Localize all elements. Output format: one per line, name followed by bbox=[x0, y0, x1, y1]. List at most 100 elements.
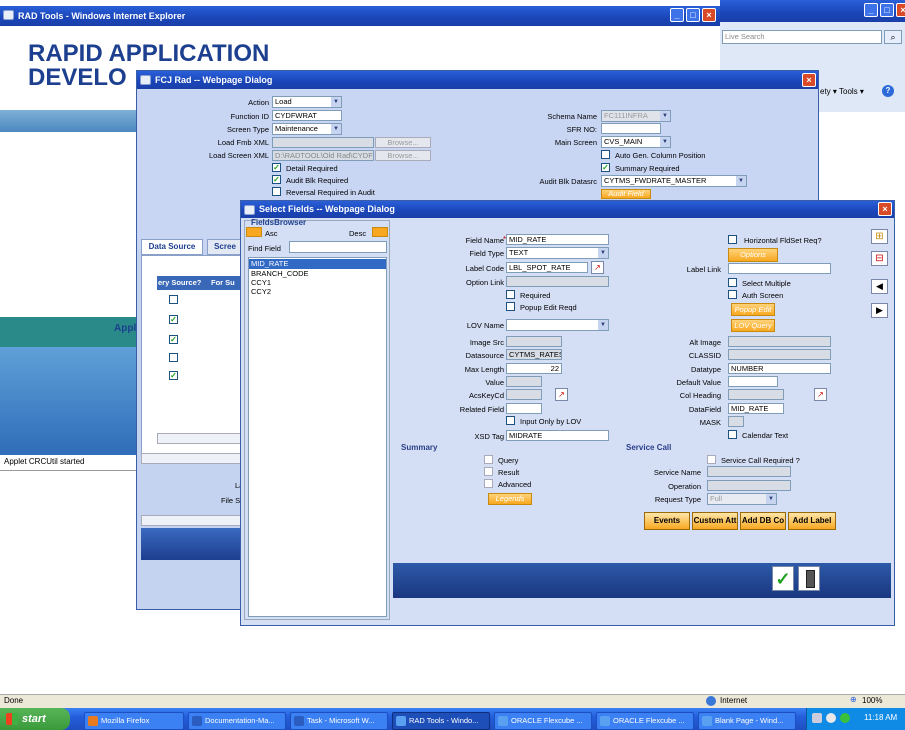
result-checkbox[interactable] bbox=[484, 467, 493, 476]
query-checkbox[interactable] bbox=[484, 455, 493, 464]
outer-maximize-button[interactable]: □ bbox=[880, 3, 894, 17]
desc-button[interactable] bbox=[372, 227, 388, 237]
horizontal-fldset-checkbox[interactable] bbox=[728, 235, 737, 244]
row-checkbox-2[interactable]: ✓ bbox=[169, 315, 178, 324]
select-multiple-checkbox[interactable] bbox=[728, 278, 737, 287]
auto-gen-checkbox[interactable] bbox=[601, 150, 610, 159]
events-button[interactable]: Events bbox=[644, 512, 690, 530]
required-checkbox[interactable] bbox=[506, 290, 515, 299]
label-code-input[interactable]: LBL_SPOT_RATE bbox=[506, 262, 588, 273]
add-field-icon[interactable]: ⊞ bbox=[871, 229, 888, 244]
fields-list[interactable] bbox=[248, 257, 387, 617]
add-label-button[interactable]: Add Label bbox=[788, 512, 836, 530]
alt-image-input[interactable] bbox=[728, 336, 831, 347]
value-input[interactable] bbox=[506, 376, 542, 387]
row-checkbox-1[interactable] bbox=[169, 295, 178, 304]
move-left-icon[interactable]: ◀ bbox=[871, 279, 888, 294]
list-item[interactable]: BRANCH_CODE bbox=[249, 269, 309, 278]
main-screen-select[interactable]: CVS_MAIN ▼ bbox=[601, 136, 671, 148]
list-item[interactable]: MID_RATE bbox=[249, 259, 386, 269]
audit-ds-select[interactable]: CYTMS_FWDRATE_MASTER ▼ bbox=[601, 175, 747, 187]
taskbar-item-oracle-1[interactable]: ORACLE Flexcube ... bbox=[494, 712, 592, 730]
taskbar-item-blank-page[interactable]: Blank Page - Wind... bbox=[698, 712, 796, 730]
taskbar-item-oracle-2[interactable]: ORACLE Flexcube ... bbox=[596, 712, 694, 730]
zoom-level[interactable]: 100% bbox=[862, 696, 882, 705]
ok-button[interactable]: ✓ bbox=[772, 566, 794, 591]
default-value-input[interactable] bbox=[728, 376, 778, 387]
tab-screen[interactable]: Scree bbox=[207, 239, 243, 255]
tray-icon[interactable] bbox=[840, 713, 850, 723]
schema-name-select[interactable]: FC111INFRA ▼ bbox=[601, 110, 671, 122]
auth-screen-checkbox[interactable] bbox=[728, 290, 737, 299]
detail-required-checkbox[interactable]: ✓ bbox=[272, 163, 281, 172]
grid-hscroll[interactable] bbox=[157, 433, 243, 444]
move-right-icon[interactable]: ▶ bbox=[871, 303, 888, 318]
tray-icon[interactable] bbox=[812, 713, 822, 723]
maximize-button[interactable]: □ bbox=[686, 8, 700, 22]
row-checkbox-3[interactable]: ✓ bbox=[169, 335, 178, 344]
mask-input[interactable] bbox=[728, 416, 744, 427]
list-item[interactable]: CCY2 bbox=[249, 287, 271, 296]
request-type-select[interactable]: Full ▼ bbox=[707, 493, 777, 505]
browse-screen-button[interactable]: Browse... bbox=[375, 150, 431, 161]
sf-close-button[interactable]: × bbox=[878, 202, 892, 216]
zoom-icon[interactable]: ⊕ bbox=[850, 695, 857, 704]
fcj-hscroll[interactable] bbox=[141, 453, 243, 464]
service-call-checkbox[interactable] bbox=[707, 455, 716, 464]
datasource-input[interactable]: CYTMS_RATES bbox=[506, 349, 562, 360]
asc-button[interactable] bbox=[246, 227, 262, 237]
browse-fmb-button[interactable]: Browse... bbox=[375, 137, 431, 148]
col-heading-input[interactable] bbox=[728, 389, 784, 400]
advanced-checkbox[interactable] bbox=[484, 479, 493, 488]
summary-required-checkbox[interactable]: ✓ bbox=[601, 163, 610, 172]
options-button[interactable]: Options bbox=[728, 248, 778, 262]
max-length-input[interactable]: 22 bbox=[506, 363, 562, 374]
search-icon[interactable]: ⌕ bbox=[884, 30, 902, 44]
fcj-close-button[interactable]: × bbox=[802, 73, 816, 87]
action-select[interactable]: Load ▼ bbox=[272, 96, 342, 108]
classid-input[interactable] bbox=[728, 349, 831, 360]
load-screen-input[interactable]: D:\RADTOOL\Old Rad\CYDF bbox=[272, 150, 374, 161]
service-name-input[interactable] bbox=[707, 466, 791, 477]
outer-minimize-button[interactable]: _ bbox=[864, 3, 878, 17]
lov-query-button[interactable]: LOV Query bbox=[731, 319, 775, 332]
help-icon[interactable]: ? bbox=[882, 85, 894, 97]
close-button[interactable]: × bbox=[702, 8, 716, 22]
custom-att-button[interactable]: Custom Att bbox=[692, 512, 738, 530]
tray-icon[interactable] bbox=[826, 713, 836, 723]
acskeycd-input[interactable] bbox=[506, 389, 542, 400]
audit-field-button[interactable]: Audit Field bbox=[601, 189, 651, 199]
reversal-checkbox[interactable] bbox=[272, 187, 281, 196]
acskeycd-lookup-icon[interactable]: ↗ bbox=[555, 388, 568, 401]
function-id-input[interactable]: CYDFWRAT bbox=[272, 110, 342, 121]
input-lov-checkbox[interactable] bbox=[506, 416, 515, 425]
field-type-select[interactable]: TEXT ▼ bbox=[506, 247, 609, 259]
row-checkbox-4[interactable] bbox=[169, 353, 178, 362]
minimize-button[interactable]: _ bbox=[670, 8, 684, 22]
load-fmb-input[interactable] bbox=[272, 137, 374, 148]
option-link-input[interactable] bbox=[506, 276, 609, 287]
list-item[interactable]: CCY1 bbox=[249, 278, 271, 287]
col-heading-lookup-icon[interactable]: ↗ bbox=[814, 388, 827, 401]
operation-input[interactable] bbox=[707, 480, 791, 491]
tab-data-source[interactable]: Data Source bbox=[141, 239, 203, 255]
xsd-tag-input[interactable]: MIDRATE bbox=[506, 430, 609, 441]
datafield-input[interactable]: MID_RATE bbox=[728, 403, 784, 414]
lov-name-select[interactable]: ▼ bbox=[506, 319, 609, 331]
add-db-button[interactable]: Add DB Co bbox=[740, 512, 786, 530]
live-search-input[interactable]: Live Search bbox=[722, 30, 882, 44]
legends-button[interactable]: Legends bbox=[488, 493, 532, 505]
delete-field-icon[interactable]: ⊟ bbox=[871, 251, 888, 266]
find-field-input[interactable] bbox=[289, 241, 387, 253]
label-code-lookup-icon[interactable]: ↗ bbox=[591, 261, 604, 274]
datatype-input[interactable]: NUMBER bbox=[728, 363, 831, 374]
fcj-hscroll2[interactable] bbox=[141, 515, 243, 526]
taskbar-item-documentation[interactable]: Documentation-Ma... bbox=[188, 712, 286, 730]
taskbar-item-firefox[interactable]: Mozilla Firefox bbox=[84, 712, 184, 730]
tools-menu[interactable]: ety ▾ Tools ▾ bbox=[820, 87, 864, 96]
label-link-input[interactable] bbox=[728, 263, 831, 274]
field-name-input[interactable]: MID_RATE bbox=[506, 234, 609, 245]
exit-button[interactable] bbox=[798, 566, 820, 591]
image-src-input[interactable] bbox=[506, 336, 562, 347]
calendar-text-checkbox[interactable] bbox=[728, 430, 737, 439]
